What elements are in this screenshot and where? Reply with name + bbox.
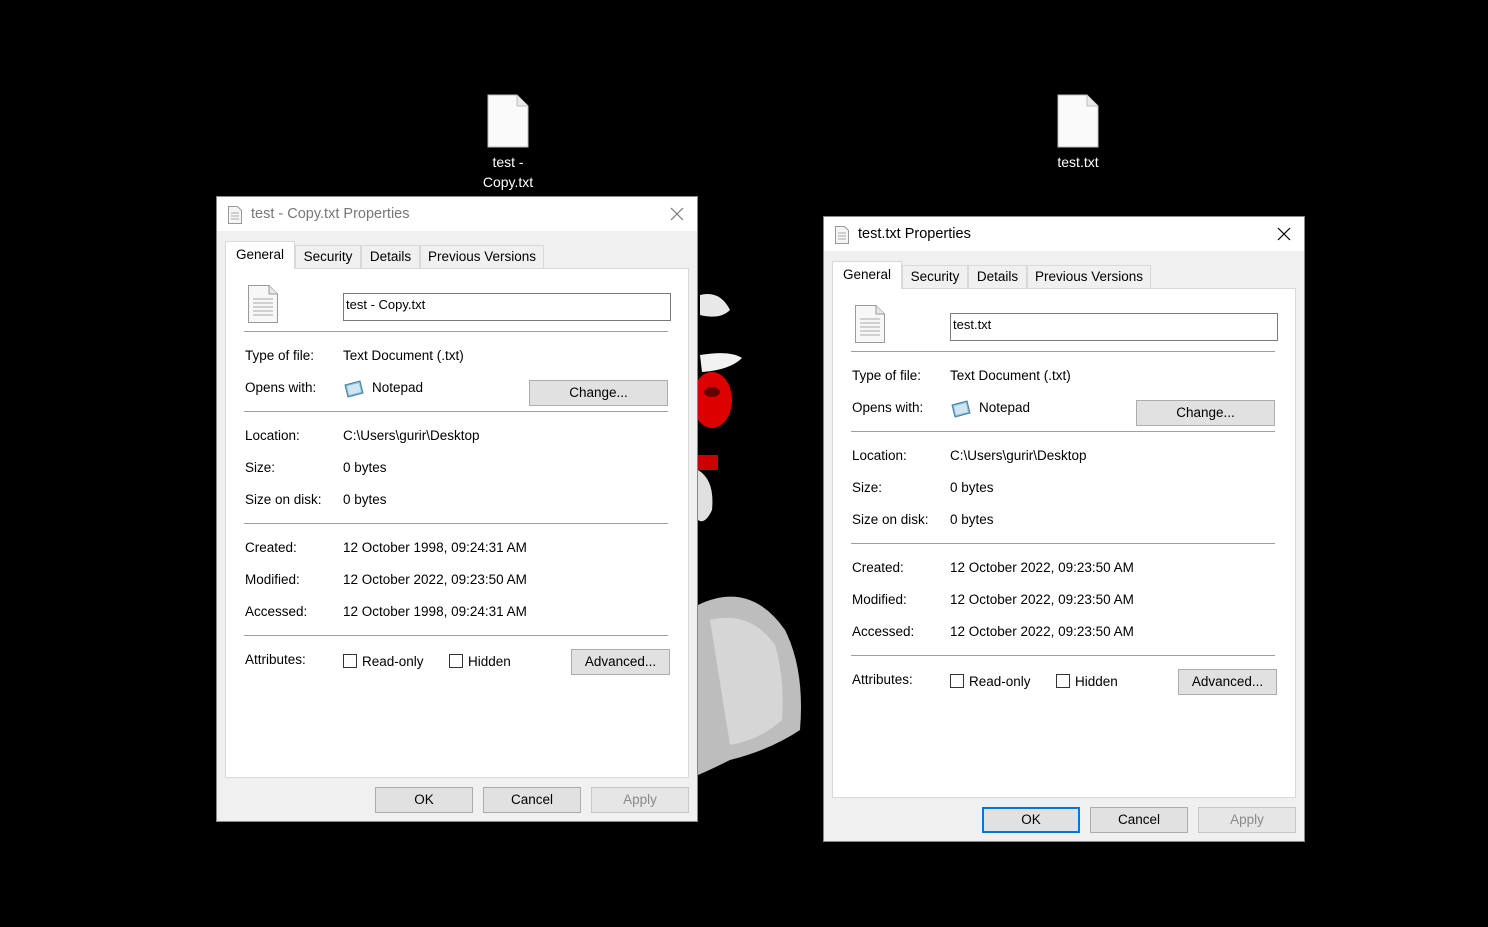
wallpaper-figure	[692, 294, 801, 775]
advanced-button[interactable]: Advanced...	[1178, 669, 1277, 695]
dialog-title: test - Copy.txt Properties	[251, 206, 410, 222]
size-label: Size:	[245, 460, 276, 475]
size-value: 0 bytes	[343, 460, 387, 475]
cancel-button[interactable]: Cancel	[483, 787, 581, 813]
advanced-button[interactable]: Advanced...	[571, 649, 670, 675]
close-button[interactable]	[1264, 217, 1304, 251]
divider	[851, 543, 1275, 544]
text-file-icon	[248, 285, 278, 323]
accessed-value: 12 October 1998, 09:24:31 AM	[343, 604, 527, 619]
properties-dialog-test-copy: test - Copy.txt Properties General Secur…	[216, 196, 698, 822]
desktop-icon-test[interactable]: test.txt	[1030, 94, 1126, 172]
change-button[interactable]: Change...	[1136, 400, 1275, 426]
type-of-file-label: Type of file:	[852, 368, 922, 383]
hidden-label[interactable]: Hidden	[1075, 674, 1118, 689]
desktop-icon-label: test.txt	[1057, 154, 1099, 170]
notepad-icon	[344, 380, 364, 398]
location-value: C:\Users\gurir\Desktop	[343, 428, 480, 443]
location-label: Location:	[245, 428, 300, 443]
ok-button[interactable]: OK	[982, 807, 1080, 833]
read-only-label[interactable]: Read-only	[969, 674, 1031, 689]
divider	[244, 635, 668, 636]
opens-with-label: Opens with:	[245, 380, 317, 395]
attributes-label: Attributes:	[245, 652, 306, 667]
size-on-disk-value: 0 bytes	[950, 512, 994, 527]
change-button[interactable]: Change...	[529, 380, 668, 406]
tab-general[interactable]: General	[832, 261, 902, 289]
divider	[244, 523, 668, 524]
divider	[851, 351, 1275, 352]
opens-with-value: Notepad	[372, 380, 424, 395]
desktop-icon-test-copy[interactable]: test - Copy.txt	[460, 94, 556, 192]
text-file-icon	[855, 305, 885, 343]
tab-general[interactable]: General	[225, 241, 295, 269]
text-file-icon	[835, 226, 849, 244]
accessed-label: Accessed:	[852, 624, 915, 639]
dialog-title: test.txt Properties	[858, 226, 971, 242]
attributes-label: Attributes:	[852, 672, 913, 687]
location-label: Location:	[852, 448, 907, 463]
location-value: C:\Users\gurir\Desktop	[950, 448, 1087, 463]
file-name-input[interactable]: test - Copy.txt	[343, 293, 671, 321]
modified-label: Modified:	[852, 592, 907, 607]
tab-details[interactable]: Details	[361, 245, 420, 268]
cancel-button[interactable]: Cancel	[1090, 807, 1188, 833]
hidden-label[interactable]: Hidden	[468, 654, 511, 669]
size-on-disk-label: Size on disk:	[852, 512, 929, 527]
text-file-icon	[1057, 94, 1099, 148]
size-on-disk-value: 0 bytes	[343, 492, 387, 507]
created-value: 12 October 2022, 09:23:50 AM	[950, 560, 1134, 575]
tab-previous-versions[interactable]: Previous Versions	[1027, 265, 1151, 288]
created-label: Created:	[245, 540, 297, 555]
desktop-icon-label: test - Copy.txt	[482, 154, 534, 190]
size-on-disk-label: Size on disk:	[245, 492, 322, 507]
accessed-label: Accessed:	[245, 604, 308, 619]
apply-button[interactable]: Apply	[1198, 807, 1296, 833]
divider	[244, 411, 668, 412]
hidden-checkbox[interactable]	[449, 654, 463, 668]
tab-details[interactable]: Details	[968, 265, 1027, 288]
modified-value: 12 October 2022, 09:23:50 AM	[950, 592, 1134, 607]
divider	[851, 431, 1275, 432]
general-panel: test - Copy.txt Type of file: Text Docum…	[225, 268, 689, 778]
apply-button[interactable]: Apply	[591, 787, 689, 813]
divider	[244, 331, 668, 332]
read-only-checkbox[interactable]	[343, 654, 357, 668]
type-of-file-label: Type of file:	[245, 348, 315, 363]
opens-with-value: Notepad	[979, 400, 1031, 415]
read-only-label[interactable]: Read-only	[362, 654, 424, 669]
size-label: Size:	[852, 480, 883, 495]
created-label: Created:	[852, 560, 904, 575]
title-bar[interactable]: test - Copy.txt Properties	[217, 197, 697, 231]
tab-security[interactable]: Security	[295, 245, 361, 268]
created-value: 12 October 1998, 09:24:31 AM	[343, 540, 527, 555]
tab-previous-versions[interactable]: Previous Versions	[420, 245, 544, 268]
divider	[851, 655, 1275, 656]
general-panel: test.txt Type of file: Text Document (.t…	[832, 288, 1296, 798]
type-of-file-value: Text Document (.txt)	[950, 368, 1071, 383]
read-only-checkbox[interactable]	[950, 674, 964, 688]
text-file-icon	[487, 94, 529, 148]
accessed-value: 12 October 2022, 09:23:50 AM	[950, 624, 1134, 639]
file-name-input[interactable]: test.txt	[950, 313, 1278, 341]
modified-value: 12 October 2022, 09:23:50 AM	[343, 572, 527, 587]
notepad-icon	[951, 400, 971, 418]
hidden-checkbox[interactable]	[1056, 674, 1070, 688]
size-value: 0 bytes	[950, 480, 994, 495]
title-bar[interactable]: test.txt Properties	[824, 217, 1304, 251]
ok-button[interactable]: OK	[375, 787, 473, 813]
opens-with-label: Opens with:	[852, 400, 924, 415]
close-icon	[1277, 227, 1291, 241]
text-file-icon	[228, 206, 242, 224]
modified-label: Modified:	[245, 572, 300, 587]
type-of-file-value: Text Document (.txt)	[343, 348, 464, 363]
close-icon	[670, 207, 684, 221]
tab-security[interactable]: Security	[902, 265, 968, 288]
close-button[interactable]	[657, 197, 697, 231]
properties-dialog-test: test.txt Properties General Security Det…	[823, 216, 1305, 842]
